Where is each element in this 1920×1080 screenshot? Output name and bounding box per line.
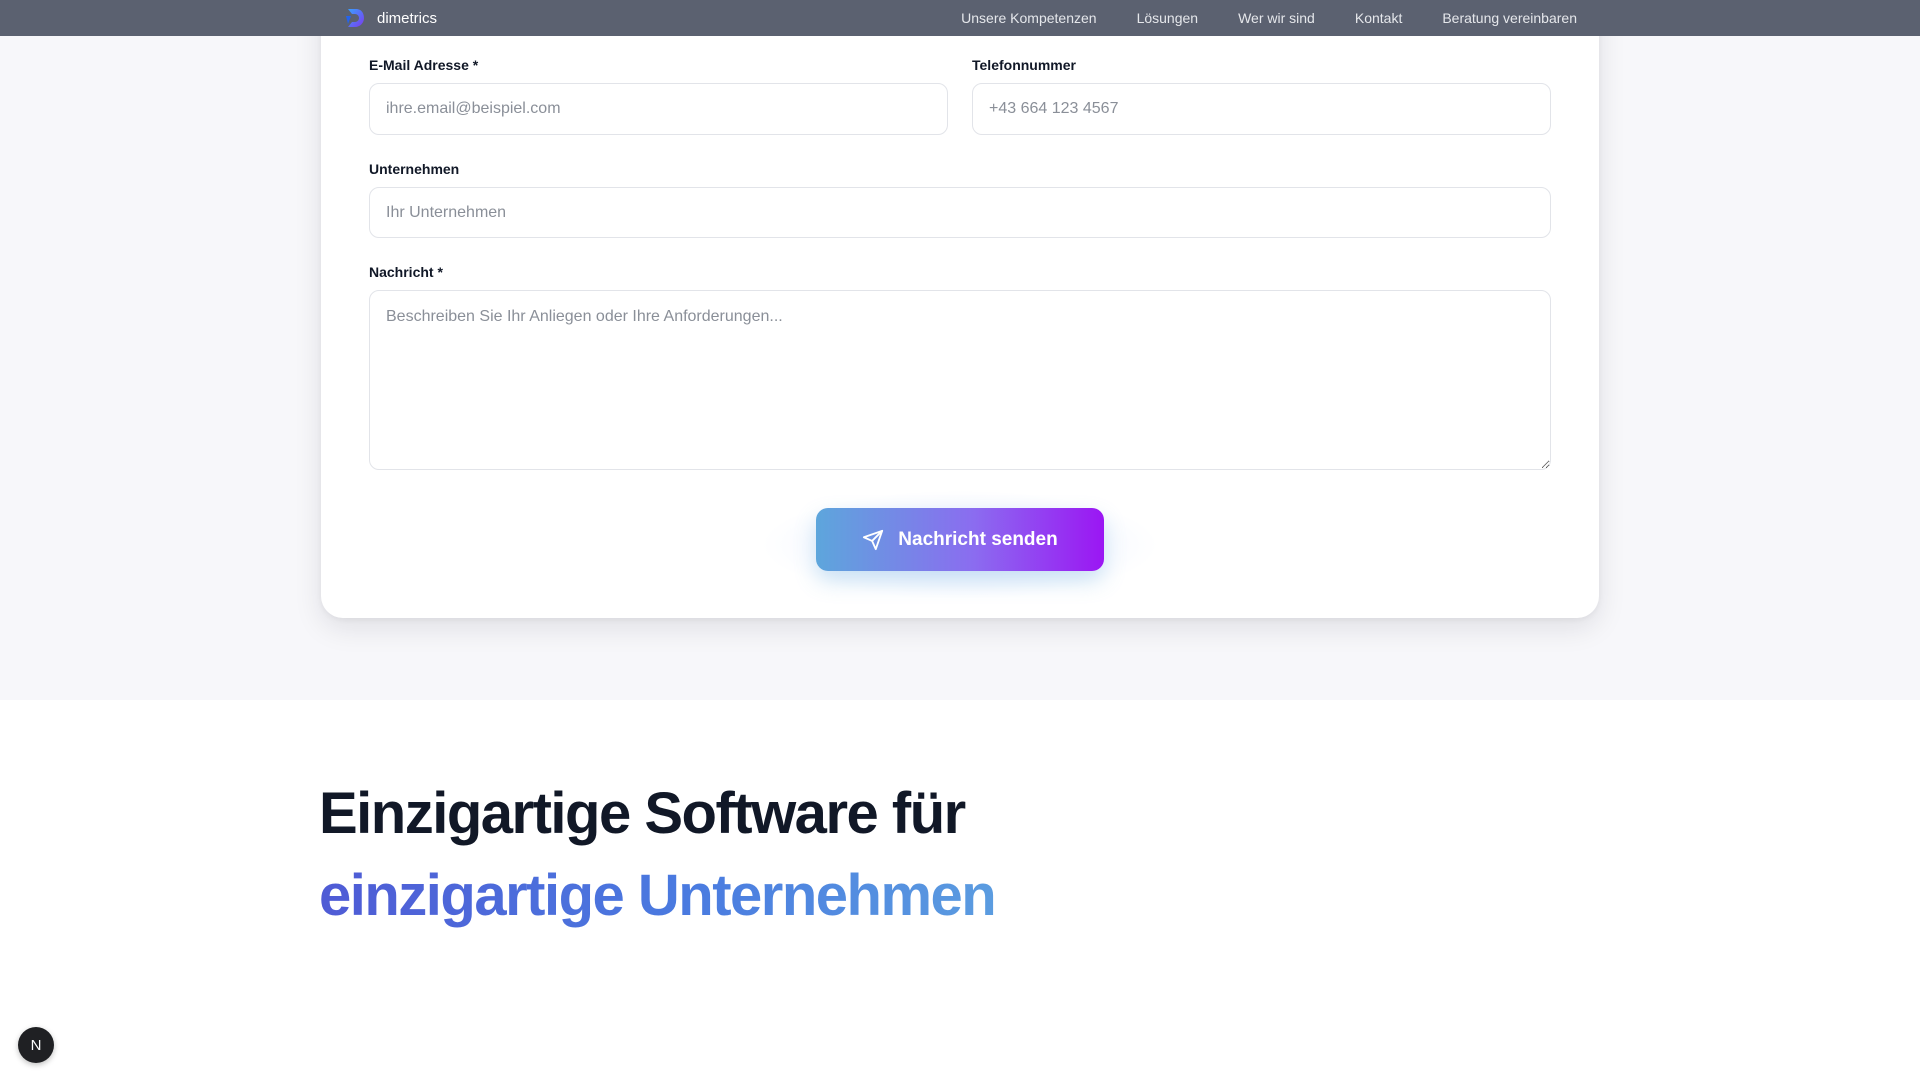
phone-field[interactable] xyxy=(972,83,1551,135)
phone-label: Telefonnummer xyxy=(972,57,1076,73)
nav-link-wer-wir-sind[interactable]: Wer wir sind xyxy=(1238,10,1315,26)
hero-heading-line2: einzigartige Unternehmen xyxy=(319,863,997,928)
contact-section: E-Mail Adresse * Telefonnummer Unternehm… xyxy=(0,0,1920,700)
hero-heading-line1: Einzigartige Software für xyxy=(319,781,966,846)
brand-name: dimetrics xyxy=(377,9,438,27)
nav-link-loesungen[interactable]: Lösungen xyxy=(1137,10,1199,26)
message-label: Nachricht * xyxy=(369,264,443,280)
top-navigation: dimetrics Unsere Kompetenzen Lösungen We… xyxy=(0,0,1920,36)
email-label: E-Mail Adresse * xyxy=(369,57,479,73)
send-message-button[interactable]: Nachricht senden xyxy=(816,508,1104,571)
brand-link[interactable]: dimetrics xyxy=(343,0,437,36)
nav-links: Unsere Kompetenzen Lösungen Wer wir sind… xyxy=(921,0,1577,36)
company-label: Unternehmen xyxy=(369,161,460,177)
send-icon xyxy=(863,529,884,550)
company-field[interactable] xyxy=(369,187,1551,238)
message-textarea[interactable] xyxy=(369,290,1551,470)
dimetrics-logo-icon xyxy=(346,9,364,27)
nav-link-beratung-vereinbaren[interactable]: Beratung vereinbaren xyxy=(1442,10,1577,26)
email-field[interactable] xyxy=(369,83,948,135)
send-message-label: Nachricht senden xyxy=(898,528,1058,550)
n-badge-button[interactable]: N xyxy=(18,1027,54,1063)
nav-link-kontakt[interactable]: Kontakt xyxy=(1355,10,1402,26)
nav-link-kompetenzen[interactable]: Unsere Kompetenzen xyxy=(961,10,1096,26)
